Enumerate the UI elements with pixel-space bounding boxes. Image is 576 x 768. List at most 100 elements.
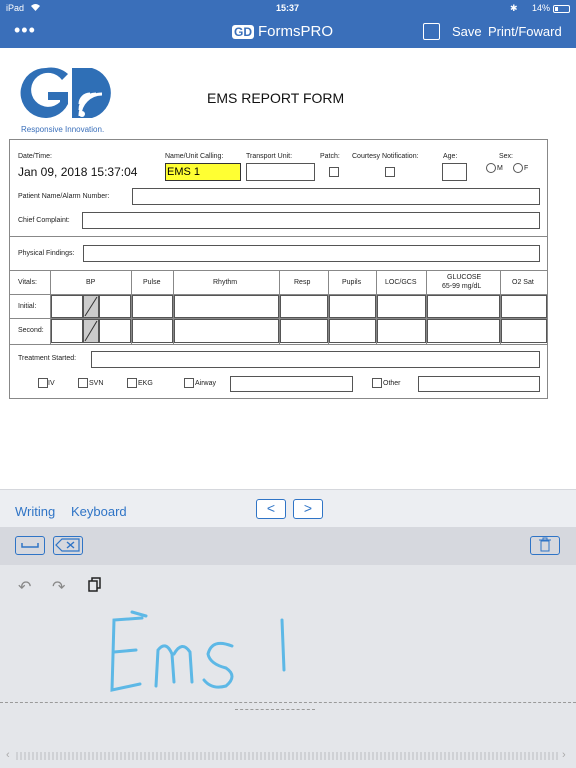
prev-field-button[interactable]: < bbox=[256, 499, 286, 519]
bp-diastolic-second[interactable] bbox=[99, 319, 131, 343]
nav-bar: ••• GD FormsPRO Save Print/Foward bbox=[0, 18, 576, 48]
glucose-initial[interactable] bbox=[427, 295, 500, 318]
bp-systolic-initial[interactable] bbox=[51, 295, 83, 318]
airway-checkbox[interactable] bbox=[184, 378, 194, 388]
scroll-right-icon[interactable]: › bbox=[562, 749, 566, 761]
treatment-label: Treatment Started: bbox=[18, 355, 77, 362]
transport-label: Transport Unit: bbox=[246, 153, 293, 160]
findings-field[interactable] bbox=[83, 245, 540, 262]
scroll-left-icon[interactable]: ‹ bbox=[6, 749, 10, 761]
bp-header: BP bbox=[86, 279, 96, 286]
resp-second[interactable] bbox=[280, 319, 328, 343]
company-logo bbox=[16, 64, 122, 122]
redo-icon[interactable]: ↷ bbox=[52, 577, 65, 597]
treatment-field[interactable] bbox=[91, 351, 540, 368]
baseline-guide bbox=[0, 702, 576, 703]
rhythm-initial[interactable] bbox=[174, 295, 279, 318]
iv-label: IV bbox=[48, 380, 55, 387]
status-bar: iPad 15:37 ✱ 14% bbox=[0, 0, 576, 18]
o2-initial[interactable] bbox=[501, 295, 547, 318]
scroll-track[interactable] bbox=[16, 752, 560, 760]
bp-slash bbox=[83, 295, 99, 318]
complaint-label: Chief Complaint: bbox=[18, 217, 70, 224]
divider bbox=[10, 236, 547, 237]
form-title: EMS REPORT FORM bbox=[207, 90, 345, 106]
battery-percent: 14% bbox=[532, 3, 551, 13]
o2-header: O2 Sat bbox=[512, 279, 534, 286]
ekg-checkbox[interactable] bbox=[127, 378, 137, 388]
handwriting-canvas[interactable]: ↶ ↷ bbox=[0, 565, 576, 745]
bp-slash bbox=[83, 319, 99, 343]
copy-icon[interactable] bbox=[88, 577, 102, 597]
bluetooth-icon: ✱ bbox=[510, 3, 518, 13]
print-forward-button[interactable]: Print/Foward bbox=[488, 24, 562, 39]
bp-systolic-second[interactable] bbox=[51, 319, 83, 343]
battery-icon bbox=[553, 5, 570, 13]
save-button[interactable]: Save bbox=[452, 24, 482, 39]
wifi-icon bbox=[30, 3, 41, 14]
courtesy-checkbox[interactable] bbox=[385, 167, 395, 177]
handwriting-ink bbox=[100, 610, 300, 700]
input-mode-bar: Writing Keyboard < > bbox=[0, 489, 576, 527]
bp-diastolic-initial[interactable] bbox=[99, 295, 131, 318]
sex-label: Sex: bbox=[499, 153, 514, 160]
glucose-range: 65-99 mg/dL bbox=[442, 283, 482, 290]
undo-icon[interactable]: ↶ bbox=[18, 577, 31, 597]
o2-second[interactable] bbox=[501, 319, 547, 343]
sex-f-label: F bbox=[524, 165, 529, 172]
airway-field[interactable] bbox=[230, 376, 353, 392]
sex-m-label: M bbox=[497, 165, 503, 172]
space-button[interactable] bbox=[15, 536, 45, 555]
pulse-second[interactable] bbox=[132, 319, 173, 343]
tab-writing[interactable]: Writing bbox=[15, 504, 55, 519]
writing-toolbar bbox=[0, 527, 576, 565]
backspace-icon[interactable] bbox=[53, 536, 83, 555]
datetime-value: Jan 09, 2018 15:37:04 bbox=[18, 165, 138, 179]
pupils-second[interactable] bbox=[329, 319, 376, 343]
canvas-scrollbar[interactable]: ‹ › bbox=[0, 745, 576, 768]
clock: 15:37 bbox=[276, 3, 300, 13]
tab-keyboard[interactable]: Keyboard bbox=[71, 504, 127, 519]
resp-initial[interactable] bbox=[280, 295, 328, 318]
transport-field[interactable] bbox=[246, 163, 315, 181]
loc-gcs-header: LOC/GCS bbox=[385, 279, 417, 286]
sex-m-radio[interactable] bbox=[486, 163, 496, 173]
baseline-guide bbox=[235, 709, 315, 710]
other-checkbox[interactable] bbox=[372, 378, 382, 388]
tagline: Responsive Innovation. bbox=[21, 125, 105, 134]
app-logo-icon: GD bbox=[232, 24, 254, 39]
loc-initial[interactable] bbox=[377, 295, 426, 318]
app-name: FormsPRO bbox=[258, 23, 333, 40]
rhythm-second[interactable] bbox=[174, 319, 279, 343]
unit-field[interactable]: EMS 1 bbox=[165, 163, 241, 181]
rhythm-header: Rhythm bbox=[213, 279, 238, 286]
resp-header: Resp bbox=[294, 279, 311, 286]
svn-checkbox[interactable] bbox=[78, 378, 88, 388]
ekg-label: EKG bbox=[138, 380, 153, 387]
sex-f-radio[interactable] bbox=[513, 163, 523, 173]
iv-checkbox[interactable] bbox=[38, 378, 48, 388]
trash-icon[interactable] bbox=[530, 536, 560, 555]
pulse-header: Pulse bbox=[143, 279, 161, 286]
app-title: GD FormsPRO bbox=[232, 23, 333, 40]
patch-label: Patch: bbox=[320, 153, 340, 160]
ems-report-form: Date/Time: Jan 09, 2018 15:37:04 Name/Un… bbox=[9, 139, 548, 399]
complaint-field[interactable] bbox=[82, 212, 540, 229]
edit-icon[interactable] bbox=[423, 23, 440, 40]
patient-field[interactable] bbox=[132, 188, 540, 205]
pulse-initial[interactable] bbox=[132, 295, 173, 318]
age-label: Age: bbox=[443, 153, 458, 160]
pupils-initial[interactable] bbox=[329, 295, 376, 318]
glucose-header: GLUCOSE bbox=[447, 274, 482, 281]
device-name: iPad bbox=[6, 3, 25, 13]
age-field[interactable] bbox=[442, 163, 467, 181]
more-menu-button[interactable]: ••• bbox=[14, 21, 36, 39]
airway-label: Airway bbox=[195, 380, 217, 387]
initial-row-label: Initial: bbox=[18, 303, 37, 310]
datetime-label: Date/Time: bbox=[18, 153, 52, 160]
patch-checkbox[interactable] bbox=[329, 167, 339, 177]
loc-second[interactable] bbox=[377, 319, 426, 343]
next-field-button[interactable]: > bbox=[293, 499, 323, 519]
other-field[interactable] bbox=[418, 376, 540, 392]
glucose-second[interactable] bbox=[427, 319, 500, 343]
